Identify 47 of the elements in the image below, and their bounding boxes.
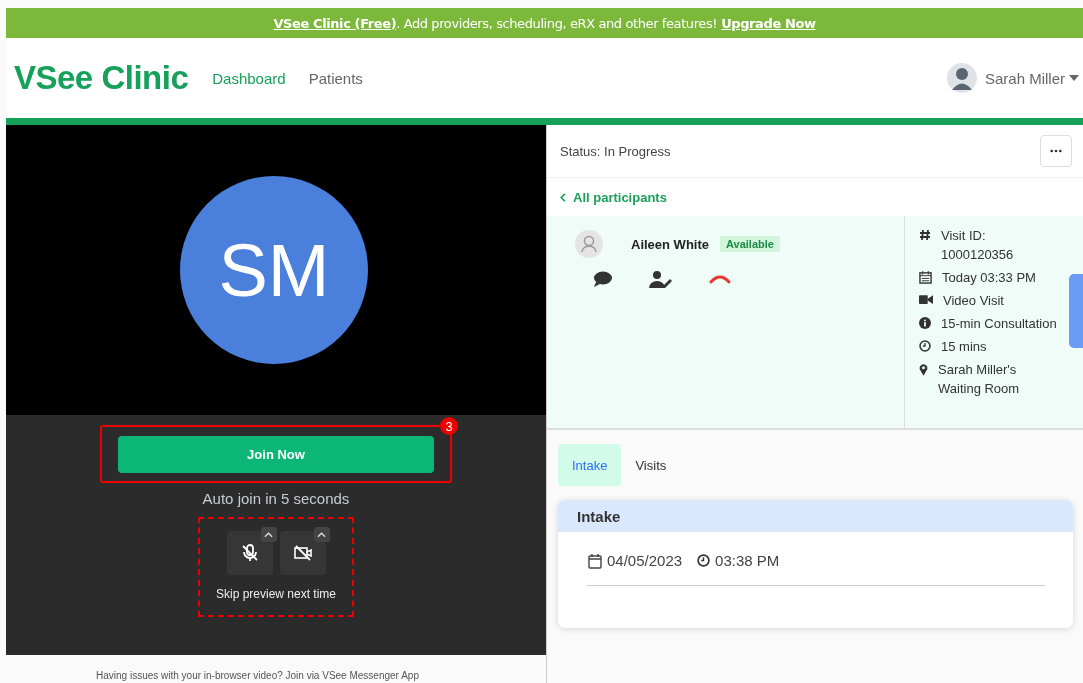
camera-icon [292,543,313,563]
chevron-left-icon [560,192,566,202]
chevron-up-icon[interactable] [260,527,277,542]
visit-detail: 15-min Consultation [941,315,1057,333]
person-icon [575,230,603,258]
status-text: Status: In Progress [560,143,671,159]
hang-up-icon[interactable] [709,274,731,284]
visit-detail: Today 03:33 PM [942,269,1036,287]
visit-detail: Video Visit [943,292,1004,310]
tab[interactable]: Visits [621,444,681,486]
all-participants-link[interactable]: All participants [547,178,1083,216]
help-text: Having issues with your in-browser video? Join via VSee Messenger App [95,670,420,681]
visit-detail: Sarah Miller's Waiting Room [938,361,1021,398]
intake-date: 04/05/2023 [607,552,683,569]
info-icon [919,317,931,329]
hash-icon [919,229,931,241]
intake-time: 03:38 PM [715,552,780,569]
availability-badge: Available [720,236,780,252]
upgrade-link[interactable]: Upgrade Now [721,15,816,31]
map-pin-icon [919,363,928,376]
skip-preview-option[interactable]: Skip preview next time [215,587,336,601]
nav-link[interactable]: Patients [308,69,363,87]
card-title: Intake [577,507,621,525]
participant-name: Aileen White [631,236,709,252]
logo: VSee Clinic [14,59,189,97]
caret-icon[interactable] [1069,75,1079,81]
tab[interactable]: Intake [558,444,622,486]
chevron-up-icon[interactable] [313,527,330,542]
annotation-badge: 3 [440,417,458,435]
edit-user-icon[interactable] [649,270,673,288]
mic-icon [239,543,260,563]
video-camera-icon [919,294,933,305]
calendar-icon [919,271,932,284]
clock-icon [697,554,711,567]
promo-text: VSee Clinic (Free). Add providers, scheduling, eRX and other features! [273,15,718,31]
nav-link[interactable]: Dashboard [212,69,286,87]
avatar-icon[interactable] [946,63,977,93]
clock-icon [919,340,931,352]
calendar-icon [588,552,602,569]
visit-detail: 15 mins [941,338,987,356]
initials-avatar: SM [180,176,368,364]
join-button[interactable]: Join Now [118,435,434,473]
chat-icon[interactable] [593,270,613,288]
user-menu[interactable]: Sarah Miller [984,69,1065,87]
visit-detail: Visit ID: 1000120356 [941,227,1015,264]
auto-join-text: Auto join in 5 seconds [202,490,350,507]
more-icon [1050,149,1062,153]
